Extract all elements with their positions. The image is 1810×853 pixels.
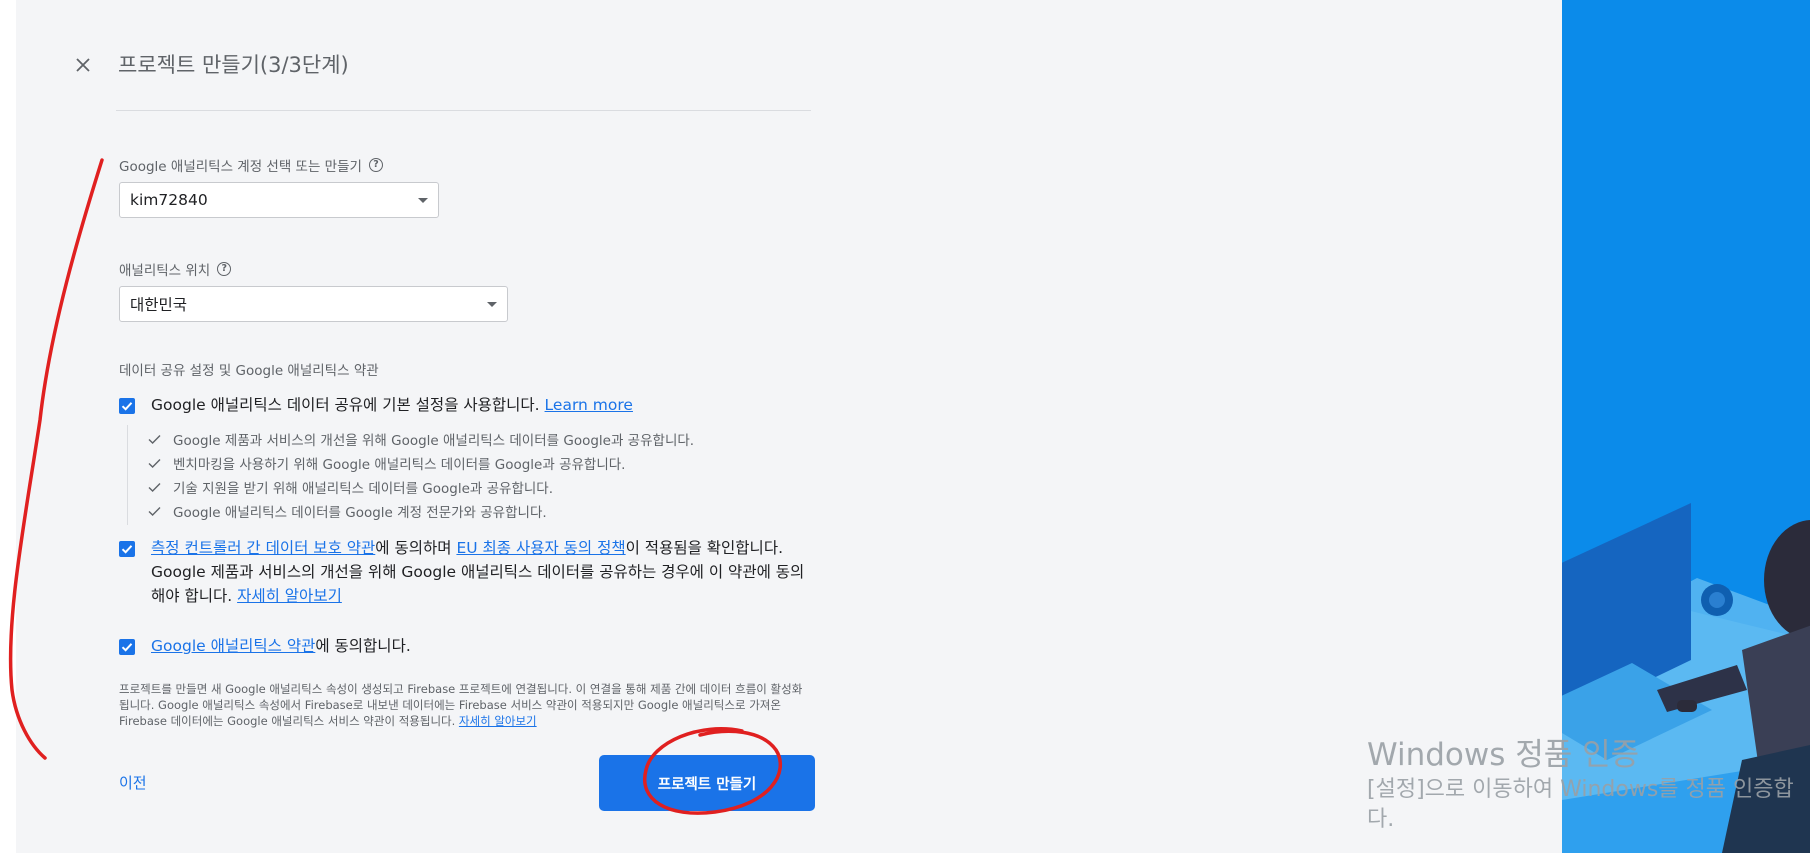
controller-terms-text1: 에 동의하며: [375, 539, 457, 557]
analytics-account-label-row: Google 애널리틱스 계정 선택 또는 만들기 ?: [119, 155, 383, 175]
list-item: 기술 지원을 받기 위해 애널리틱스 데이터를 Google과 공유합니다.: [148, 477, 553, 497]
list-item: Google 제품과 서비스의 개선을 위해 Google 애널리틱스 데이터를…: [148, 429, 694, 449]
left-margin: [0, 0, 16, 853]
controller-terms-checkbox[interactable]: [119, 541, 135, 557]
default-sharing-checkbox[interactable]: [119, 398, 135, 414]
default-sharing-text-row: Google 애널리틱스 데이터 공유에 기본 설정을 사용합니다. Learn…: [151, 393, 633, 417]
list-item-text: 기술 지원을 받기 위해 애널리틱스 데이터를 Google과 공유합니다.: [173, 481, 554, 497]
list-item-text: Google 애널리틱스 데이터를 Google 계정 전문가와 공유합니다.: [173, 505, 547, 521]
hero-illustration: [1562, 0, 1810, 853]
eu-consent-policy-link[interactable]: EU 최종 사용자 동의 정책: [456, 539, 625, 557]
analytics-account-select[interactable]: kim72840: [119, 182, 439, 218]
windows-activation-line2: 다.: [1367, 807, 1395, 832]
check-icon: [121, 402, 133, 411]
analytics-location-label: 애널리틱스 위치: [119, 263, 211, 279]
sharing-sub-list: Google 제품과 서비스의 개선을 위해 Google 애널리틱스 데이터를…: [127, 425, 778, 525]
default-sharing-text: Google 애널리틱스 데이터 공유에 기본 설정을 사용합니다.: [151, 396, 540, 414]
controller-terms-text-block: 측정 컨트롤러 간 데이터 보호 약관에 동의하며 EU 최종 사용자 동의 정…: [151, 536, 816, 608]
list-item: 벤치마킹을 사용하기 위해 Google 애널리틱스 데이터를 Google과 …: [148, 453, 625, 473]
check-icon: [148, 506, 161, 516]
analytics-location-select[interactable]: 대한민국: [119, 286, 508, 322]
dropdown-arrow-icon: [418, 197, 428, 203]
analytics-location-value: 대한민국: [130, 296, 188, 314]
windows-activation-line1: [설정]으로 이동하여 Windows를 정품 인증합: [1367, 777, 1794, 802]
list-item-text: 벤치마킹을 사용하기 위해 Google 애널리틱스 데이터를 Google과 …: [173, 457, 626, 473]
analytics-terms-link[interactable]: Google 애널리틱스 약관: [151, 637, 315, 655]
check-icon: [148, 482, 161, 492]
analytics-terms-text: 에 동의합니다.: [315, 637, 411, 655]
data-sharing-section-label: 데이터 공유 설정 및 Google 애널리틱스 약관: [119, 363, 379, 379]
workspace-illustration: [1562, 503, 1810, 853]
list-item: Google 애널리틱스 데이터를 Google 계정 전문가와 공유합니다.: [148, 501, 547, 521]
check-icon: [148, 458, 161, 468]
analytics-account-label: Google 애널리틱스 계정 선택 또는 만들기: [119, 159, 362, 175]
close-button[interactable]: [68, 50, 98, 80]
analytics-terms-text-row: Google 애널리틱스 약관에 동의합니다.: [151, 634, 411, 658]
disclaimer: 프로젝트를 만들면 새 Google 애널리틱스 속성이 생성되고 Fireba…: [119, 681, 809, 729]
analytics-location-label-row: 애널리틱스 위치 ?: [119, 259, 232, 279]
list-item-text: Google 제품과 서비스의 개선을 위해 Google 애널리틱스 데이터를…: [173, 433, 695, 449]
page-title: 프로젝트 만들기(3/3단계): [118, 53, 349, 77]
analytics-account-value: kim72840: [130, 191, 208, 209]
check-icon: [121, 643, 133, 652]
windows-activation-title: Windows 정품 인증: [1367, 737, 1640, 773]
create-project-button[interactable]: 프로젝트 만들기: [599, 755, 815, 811]
header-divider: [116, 110, 811, 111]
check-icon: [148, 434, 161, 444]
help-icon[interactable]: ?: [217, 262, 232, 276]
close-icon: [76, 58, 90, 72]
check-icon: [121, 545, 133, 554]
controller-terms-link[interactable]: 측정 컨트롤러 간 데이터 보호 약관: [151, 539, 375, 557]
learn-more-link[interactable]: Learn more: [545, 396, 633, 414]
learn-more-detail-link[interactable]: 자세히 알아보기: [237, 587, 342, 605]
previous-button[interactable]: 이전: [119, 772, 147, 793]
analytics-terms-checkbox[interactable]: [119, 639, 135, 655]
dropdown-arrow-icon: [487, 301, 497, 307]
help-icon[interactable]: ?: [368, 158, 383, 172]
disclaimer-learn-more-link[interactable]: 자세히 알아보기: [459, 714, 537, 728]
